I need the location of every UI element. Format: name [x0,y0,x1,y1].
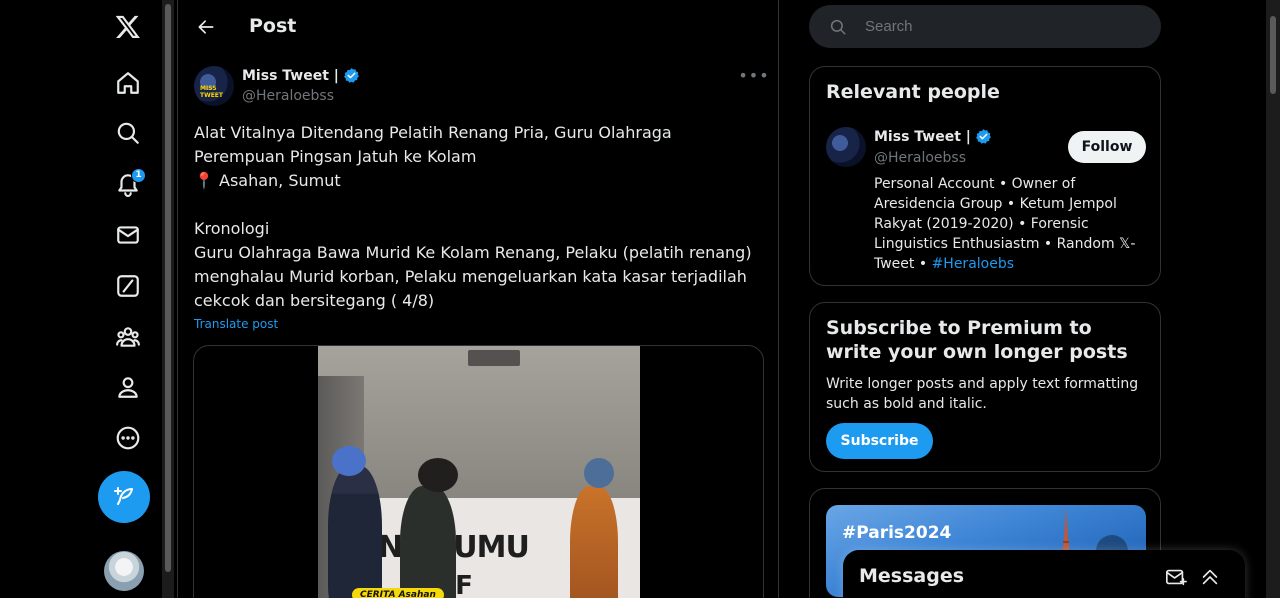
premium-card: Subscribe to Premium to write your own l… [809,302,1161,472]
video-person-3 [570,486,618,598]
video-person-1-head [332,446,366,476]
messages-drawer[interactable]: Messages [843,550,1245,598]
subscribe-button[interactable]: Subscribe [826,423,933,459]
post-author-avatar[interactable]: MISS TWEET [194,66,234,106]
more-icon[interactable] [101,416,155,460]
x-logo-icon[interactable] [101,5,155,49]
more-options-icon[interactable]: ••• [738,64,768,86]
post-video[interactable]: N KTUMU ITIF CERITA Asahan [193,345,764,598]
expand-drawer-icon[interactable] [1199,566,1221,588]
translate-post-link[interactable]: Translate post [194,317,278,331]
account-avatar[interactable] [104,551,144,591]
relevant-person-name-text: Miss Tweet | [874,128,971,145]
follow-button[interactable]: Follow [1068,131,1146,163]
relevant-person-handle[interactable]: @Heraloebss [874,150,966,166]
messages-title: Messages [859,565,965,587]
profile-icon[interactable] [101,365,155,409]
author-name-text: Miss Tweet | [242,67,339,84]
notification-badge: 1 [131,168,146,183]
bio-hashtag-link[interactable]: #Heraloebs [932,256,1014,272]
compose-post-button[interactable] [98,471,150,523]
search-input[interactable] [865,15,1145,37]
post-text: Alat Vitalnya Ditendang Pelatih Renang P… [194,123,752,310]
video-scene-camera [468,350,520,366]
relevant-people-card: Relevant people Miss Tweet | @Heraloebss… [809,66,1161,286]
page-scrollbar[interactable] [1266,0,1280,598]
video-person-3-head [584,458,614,488]
relevant-person-avatar[interactable] [826,127,866,167]
premium-title: Subscribe to Premium to write your own l… [826,317,1128,363]
premium-description: Write longer posts and apply text format… [826,376,1139,412]
new-message-icon[interactable] [1165,566,1187,588]
feather-plus-icon [114,487,133,505]
post-author-handle[interactable]: @Heraloebss [242,88,334,104]
main-column: Post MISS TWEET Miss Tweet | @Heraloebss… [177,0,779,598]
search-icon [830,19,846,35]
page-scrollbar-thumb[interactable] [1270,16,1276,94]
messages-icon[interactable] [101,213,155,257]
trend-label: #Paris2024 [842,523,952,543]
nav-scrollbar-thumb[interactable] [165,4,171,572]
video-frame[interactable]: N KTUMU ITIF CERITA Asahan [318,346,640,598]
verified-badge-icon [343,67,360,84]
post-author-name[interactable]: Miss Tweet | [242,67,360,84]
notifications-icon[interactable]: 1 [101,162,155,206]
back-arrow-icon[interactable] [190,11,222,43]
explore-icon[interactable] [101,111,155,155]
relevant-person-name[interactable]: Miss Tweet | [874,128,992,145]
verified-badge-icon [975,128,992,145]
video-caption-sticker: CERITA Asahan [352,588,444,598]
video-person-2 [400,486,456,598]
search-bar[interactable] [809,5,1161,48]
post-header: Post [178,0,778,54]
avatar-logo-text: MISS TWEET [200,85,224,99]
grok-icon[interactable] [101,264,155,308]
page-title: Post [249,15,297,37]
nav-scrollbar[interactable] [162,0,174,598]
video-person-2-head [418,458,458,492]
relevant-person-bio: Personal Account • Owner of Aresidencia … [874,174,1144,274]
left-nav: 1 [96,0,160,598]
relevant-people-title: Relevant people [826,81,1000,103]
video-person-1 [328,466,382,598]
communities-icon[interactable] [101,315,155,359]
home-icon[interactable] [101,61,155,105]
